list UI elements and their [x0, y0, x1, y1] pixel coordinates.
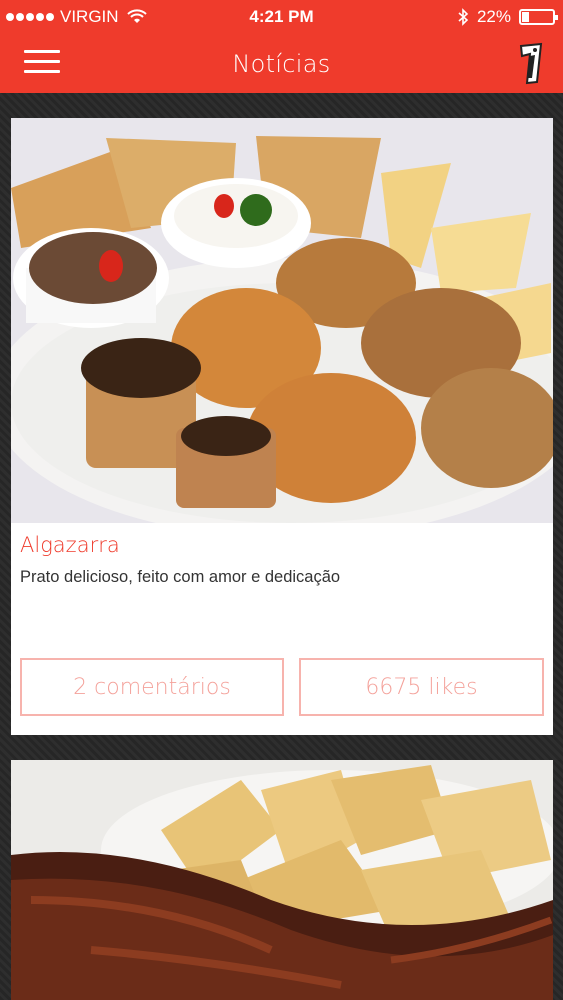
food-platter-image: [11, 118, 553, 523]
status-right: 22%: [457, 7, 558, 27]
comments-button[interactable]: 2 comentários: [20, 658, 284, 716]
bluetooth-icon: [458, 8, 469, 26]
post-title: Algazarra: [20, 533, 120, 557]
brand-logo-icon[interactable]: [515, 42, 551, 86]
battery-icon: [519, 9, 558, 25]
ribs-and-potatoes-image: [11, 760, 553, 1000]
likes-button[interactable]: 6675 likes: [299, 658, 544, 716]
battery-fill: [522, 12, 529, 22]
news-card[interactable]: [11, 760, 553, 1000]
app-header: VIRGIN 4:21 PM 22% Notícias: [0, 0, 563, 93]
post-description: Prato delicioso, feito com amor e dedica…: [20, 568, 341, 586]
page-title: Notícias: [232, 50, 331, 78]
battery-percent: 22%: [476, 7, 511, 26]
navigation-bar: Notícias: [0, 36, 563, 93]
status-bar: VIRGIN 4:21 PM 22%: [0, 0, 563, 36]
news-card[interactable]: Algazarra Prato delicioso, feito com amo…: [11, 118, 553, 735]
